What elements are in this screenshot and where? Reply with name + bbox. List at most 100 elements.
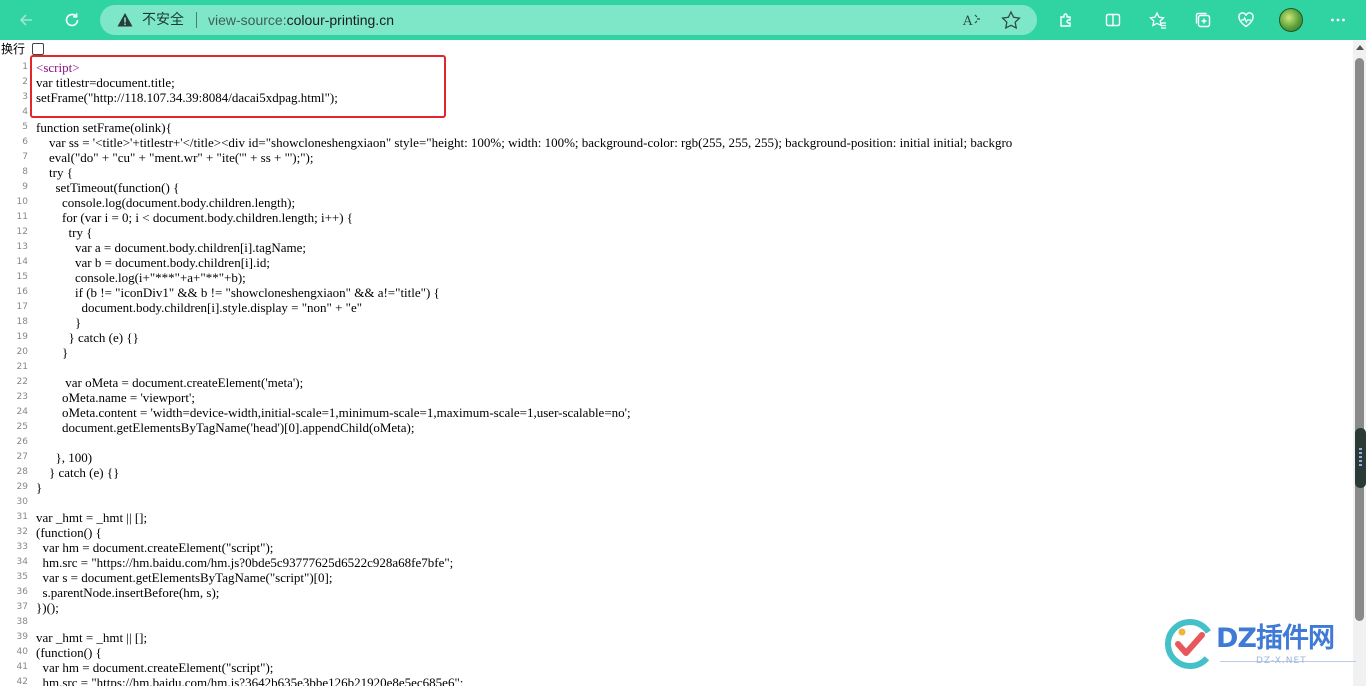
address-url[interactable]: view-source:colour-printing.cn xyxy=(208,11,394,29)
back-button[interactable] xyxy=(10,4,42,36)
code-text: var b = document.body.children[i].id; xyxy=(36,255,270,270)
code-text: try { xyxy=(36,225,93,240)
line-number: 8 xyxy=(22,167,28,177)
source-line: 28 } catch (e) {} xyxy=(0,465,1353,480)
warning-icon xyxy=(117,13,133,27)
source-line: 13 var a = document.body.children[i].tag… xyxy=(0,240,1353,255)
source-line: 19 } catch (e) {} xyxy=(0,330,1353,345)
security-label[interactable]: 不安全 xyxy=(142,11,184,29)
code-text: document.getElementsByTagName('head')[0]… xyxy=(36,420,415,435)
code-text: var oMeta = document.createElement('meta… xyxy=(36,375,304,390)
line-number: 20 xyxy=(16,347,28,357)
code-text: console.log(i+"***"+a+"**"+b); xyxy=(36,270,246,285)
address-separator xyxy=(196,12,197,28)
line-number: 15 xyxy=(16,272,28,282)
line-number: 40 xyxy=(16,647,28,657)
extensions-button[interactable] xyxy=(1050,4,1082,36)
source-line: 33 var hm = document.createElement("scri… xyxy=(0,540,1353,555)
code-text: (function() { xyxy=(36,645,102,660)
line-number: 27 xyxy=(16,452,28,462)
code-text: console.log(document.body.children.lengt… xyxy=(36,195,296,210)
line-number: 31 xyxy=(16,512,28,522)
split-screen-button[interactable] xyxy=(1097,4,1129,36)
more-menu-button[interactable] xyxy=(1322,4,1354,36)
code-text: hm.src = "https://hm.baidu.com/hm.js?0bd… xyxy=(36,555,454,570)
grip-lines-icon xyxy=(1359,448,1362,468)
line-number: 42 xyxy=(16,677,28,686)
dz-logo-icon xyxy=(1165,619,1215,669)
line-number: 16 xyxy=(16,287,28,297)
code-text: if (b != "iconDiv1" && b != "showclonesh… xyxy=(36,285,440,300)
read-aloud-icon[interactable]: A xyxy=(962,10,984,30)
favorite-star-icon[interactable] xyxy=(1000,10,1022,30)
code-text: function setFrame(olink){ xyxy=(36,120,172,135)
code-text: oMeta.name = 'viewport'; xyxy=(36,390,195,405)
url-host: colour-printing.cn xyxy=(286,12,394,28)
line-number: 3 xyxy=(22,92,28,102)
line-number: 36 xyxy=(16,587,28,597)
heart-pulse-icon xyxy=(1238,12,1254,28)
code-text: setFrame("http://118.107.34.39:8084/daca… xyxy=(36,90,338,105)
code-text: } xyxy=(36,315,82,330)
url-scheme: view-source: xyxy=(208,12,287,28)
line-number: 30 xyxy=(16,497,28,507)
scroll-up-arrow-icon[interactable] xyxy=(1356,45,1364,50)
line-number: 33 xyxy=(16,542,28,552)
line-number: 6 xyxy=(22,137,28,147)
source-line: 42 hm.src = "https://hm.baidu.com/hm.js?… xyxy=(0,675,1353,686)
code-text: } catch (e) {} xyxy=(36,465,120,480)
line-number: 23 xyxy=(16,392,28,402)
line-number: 34 xyxy=(16,557,28,567)
source-line: 17 document.body.children[i].style.displ… xyxy=(0,300,1353,315)
source-line: 9 setTimeout(function() { xyxy=(0,180,1353,195)
line-wrap-bar: 换行 xyxy=(0,40,1366,58)
line-number: 28 xyxy=(16,467,28,477)
source-line: 7 eval("do" + "cu" + "ment.wr" + "ite('"… xyxy=(0,150,1353,165)
source-line: 2 var titlestr=document.title; xyxy=(0,75,1353,90)
code-text: oMeta.content = 'width=device-width,init… xyxy=(36,405,631,420)
line-number: 10 xyxy=(16,197,28,207)
source-line: 39 var _hmt = _hmt || []; xyxy=(0,630,1353,645)
line-wrap-checkbox[interactable] xyxy=(32,43,44,55)
favorites-button[interactable] xyxy=(1142,4,1174,36)
source-line: 18 } xyxy=(0,315,1353,330)
line-number: 39 xyxy=(16,632,28,642)
code-text: var hm = document.createElement("script"… xyxy=(36,660,274,675)
collections-icon xyxy=(1195,12,1211,28)
source-line: 22 var oMeta = document.createElement('m… xyxy=(0,375,1353,390)
vertical-scrollbar[interactable] xyxy=(1353,40,1366,686)
source-line: 4 xyxy=(0,105,1353,120)
line-number: 7 xyxy=(22,152,28,162)
source-line: 25 document.getElementsByTagName('head')… xyxy=(0,420,1353,435)
profile-avatar[interactable] xyxy=(1279,8,1303,32)
watermark: DZ插件网 DZ-X.NET xyxy=(1160,612,1360,678)
code-text: try { xyxy=(36,165,73,180)
source-line: 41 var hm = document.createElement("scri… xyxy=(0,660,1353,675)
source-line: 14 var b = document.body.children[i].id; xyxy=(0,255,1353,270)
code-text: } xyxy=(36,345,69,360)
reload-button[interactable] xyxy=(56,4,88,36)
source-line: 23 oMeta.name = 'viewport'; xyxy=(0,390,1353,405)
watermark-title: DZ插件网 xyxy=(1216,623,1335,654)
line-number: 35 xyxy=(16,572,28,582)
line-number: 25 xyxy=(16,422,28,432)
source-line: 27 }, 100) xyxy=(0,450,1353,465)
source-line: 37})(); xyxy=(0,600,1353,615)
split-screen-icon xyxy=(1105,13,1121,27)
source-line: 21 xyxy=(0,360,1353,375)
address-bar[interactable]: 不安全 view-source:colour-printing.cn A xyxy=(100,5,1037,35)
line-number: 32 xyxy=(16,527,28,537)
source-line: 34 hm.src = "https://hm.baidu.com/hm.js?… xyxy=(0,555,1353,570)
source-line: 24 oMeta.content = 'width=device-width,i… xyxy=(0,405,1353,420)
browser-essentials-button[interactable] xyxy=(1230,4,1262,36)
code-text: } xyxy=(36,480,43,495)
line-number: 11 xyxy=(16,212,28,222)
collections-button[interactable] xyxy=(1187,4,1219,36)
source-line: 12 try { xyxy=(0,225,1353,240)
favorites-icon xyxy=(1149,11,1166,29)
line-number: 13 xyxy=(16,242,28,252)
back-arrow-icon xyxy=(19,14,32,26)
line-number: 24 xyxy=(16,407,28,417)
code-text: eval("do" + "cu" + "ment.wr" + "ite('" +… xyxy=(36,150,314,165)
scrollbar-thumb[interactable] xyxy=(1355,58,1364,621)
